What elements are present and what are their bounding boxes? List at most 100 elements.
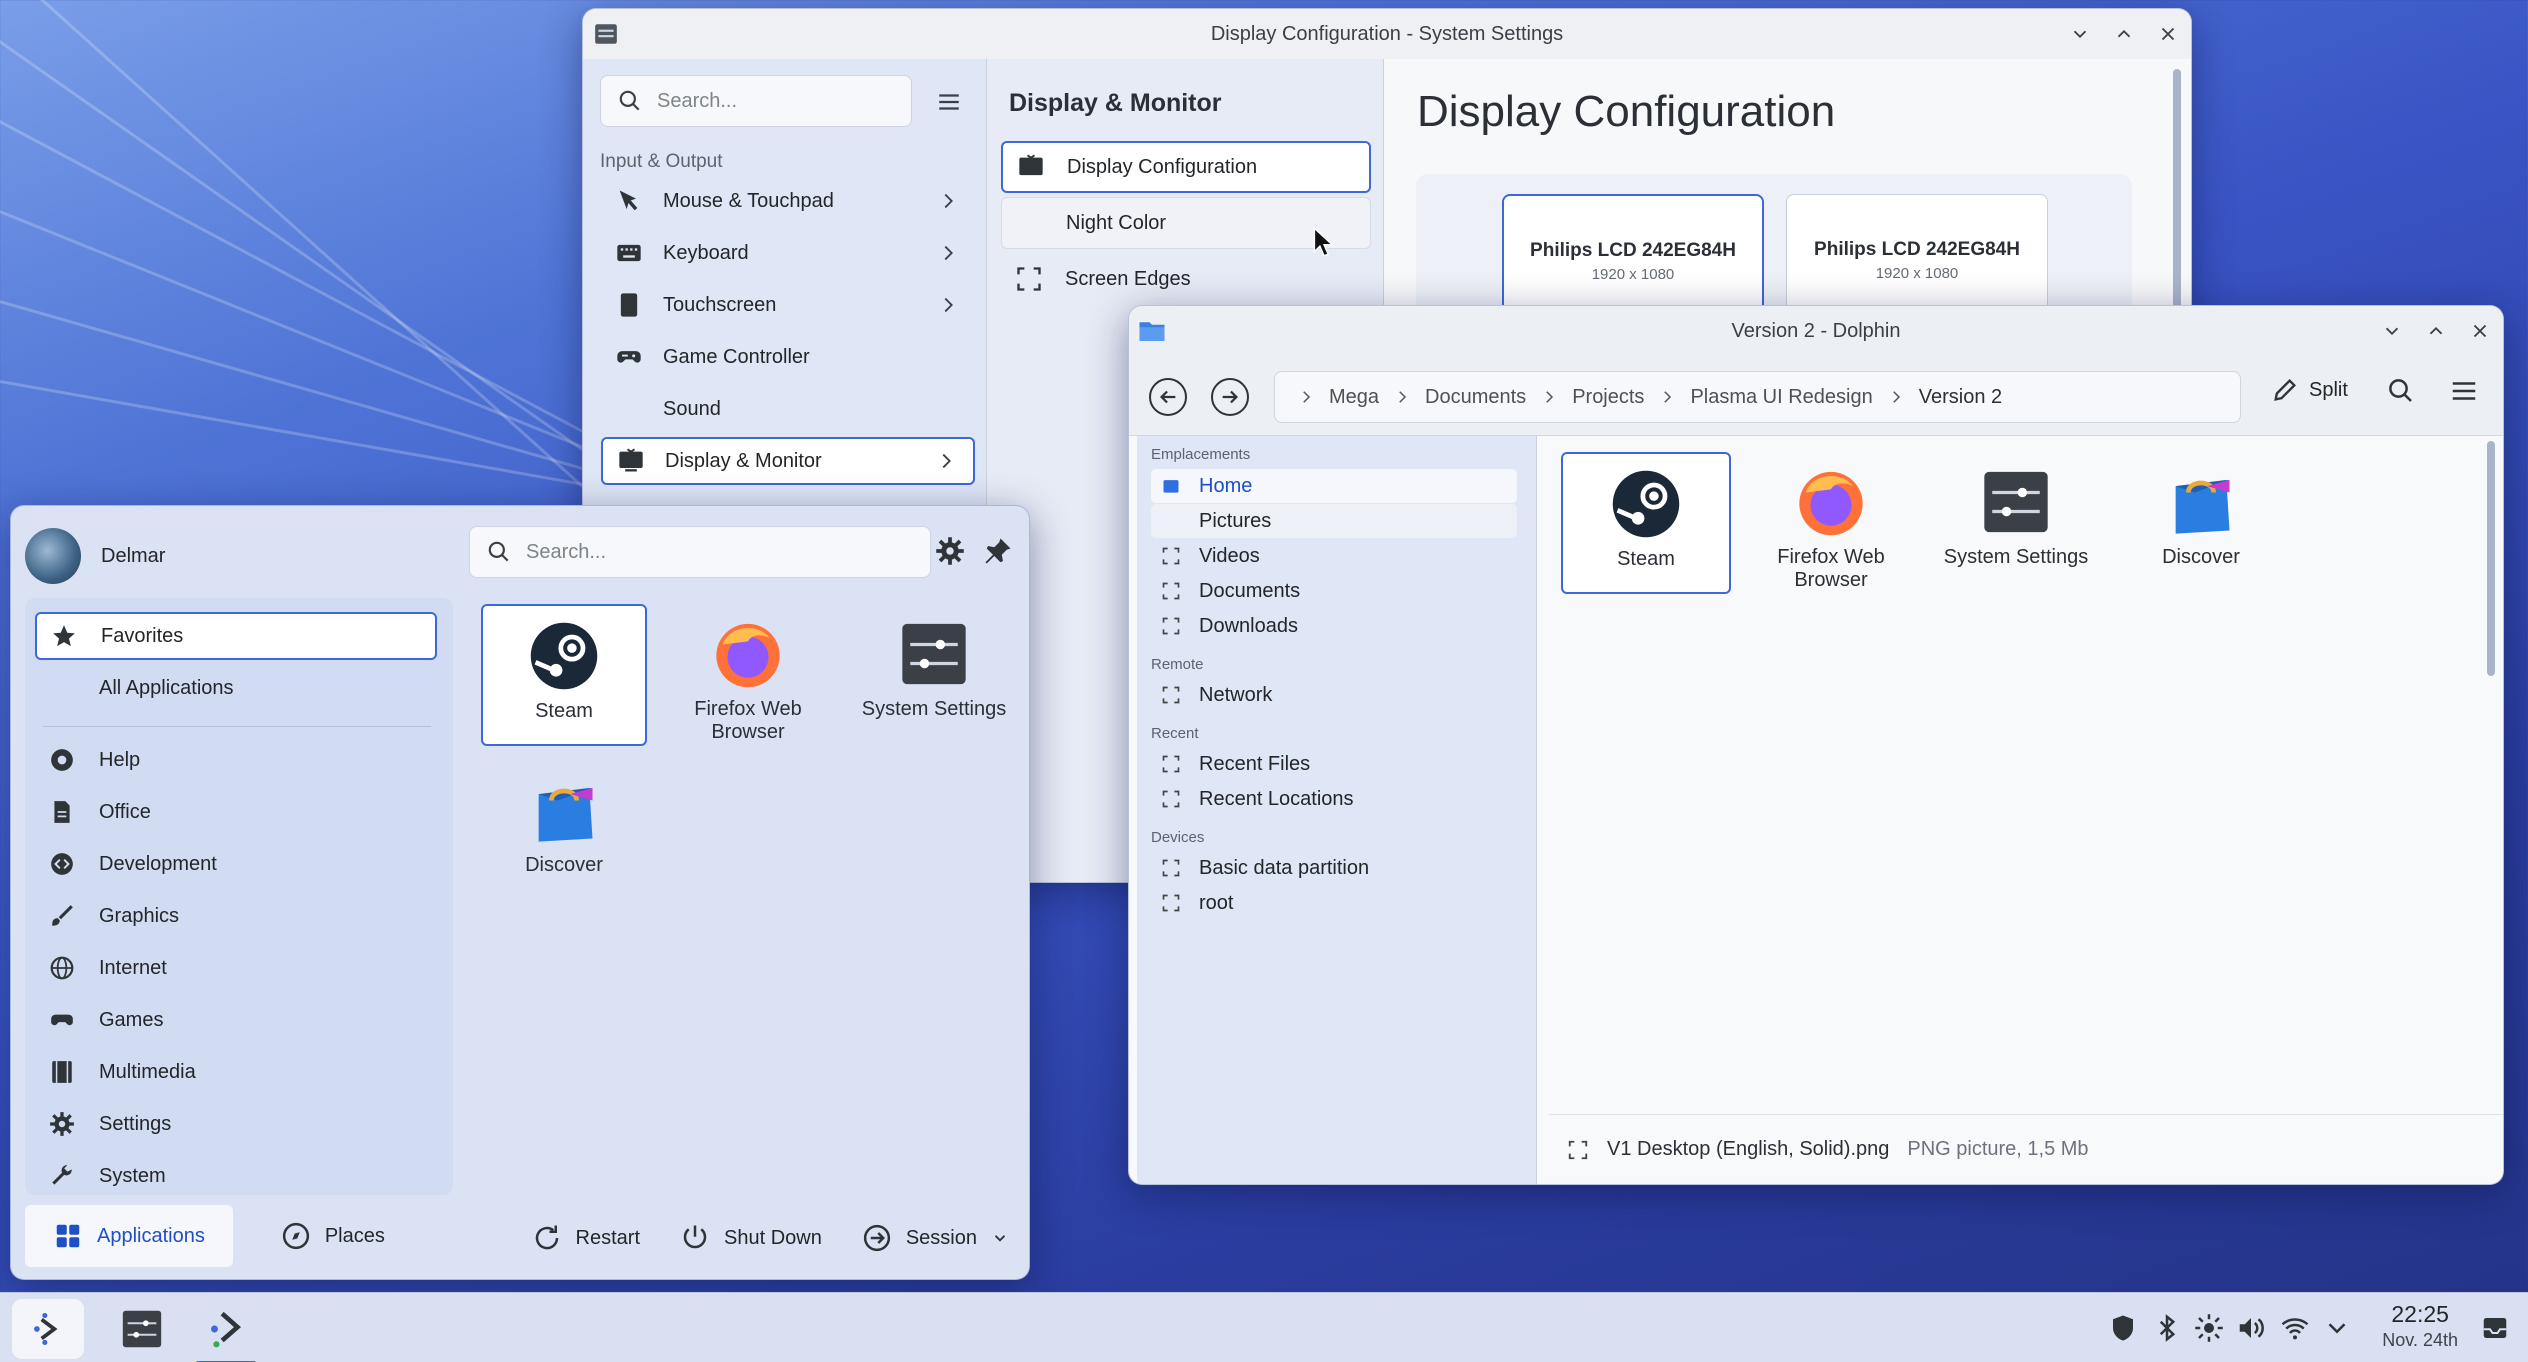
discover-icon [2163, 464, 2239, 540]
sidebar-item-mouse-touchpad[interactable]: Mouse & Touchpad [601, 177, 975, 225]
night-color-icon [1016, 209, 1044, 237]
wifi-icon[interactable] [2280, 1313, 2310, 1343]
task-system-settings[interactable] [106, 1299, 178, 1359]
place-home[interactable]: Home [1151, 469, 1517, 503]
breadcrumb-item[interactable]: Plasma UI Redesign [1690, 386, 1872, 409]
chevron-down-icon[interactable] [2322, 1313, 2352, 1343]
cursor-icon [615, 187, 643, 215]
place-documents[interactable]: Documents [1151, 574, 1517, 608]
chevron-right-icon [935, 450, 957, 472]
hamburger-menu-icon[interactable] [936, 89, 962, 115]
place-root[interactable]: root [1151, 886, 1517, 920]
task-dolphin[interactable] [190, 1299, 262, 1362]
category-all-applications[interactable]: All Applications [35, 664, 437, 712]
search-icon [617, 88, 643, 114]
breadcrumb-item[interactable]: Mega [1329, 386, 1379, 409]
category-system[interactable]: System [35, 1152, 437, 1200]
file-grid-scrollbar[interactable] [2487, 441, 2495, 676]
office-icon [49, 799, 75, 825]
tab-applications[interactable]: Applications [25, 1205, 233, 1267]
keyboard-icon [615, 239, 643, 267]
category-graphics[interactable]: Graphics [35, 892, 437, 940]
place-basic-data-partition[interactable]: Basic data partition [1151, 851, 1517, 885]
restart-button[interactable]: Restart [532, 1213, 640, 1263]
place-downloads[interactable]: Downloads [1151, 609, 1517, 643]
status-file-name: V1 Desktop (English, Solid).png [1607, 1138, 1890, 1160]
category-development[interactable]: Development [35, 840, 437, 888]
user-profile[interactable]: Delmar [25, 528, 165, 584]
status-file-meta: PNG picture, 1,5 Mb [1907, 1138, 2089, 1160]
subitem-display-configuration[interactable]: Display Configuration [1001, 141, 1371, 193]
volume-icon[interactable] [2236, 1313, 2266, 1343]
grid-icon [53, 1221, 83, 1251]
place-videos[interactable]: Videos [1151, 539, 1517, 573]
app-tile-firefox[interactable]: Firefox Web Browser [665, 604, 831, 746]
category-multimedia[interactable]: Multimedia [35, 1048, 437, 1096]
breadcrumb-item[interactable]: Documents [1425, 386, 1526, 409]
place-pictures[interactable]: Pictures [1151, 504, 1517, 538]
clock[interactable]: 22:25 Nov. 24th [2382, 1301, 2458, 1351]
category-settings[interactable]: Settings [35, 1100, 437, 1148]
sidebar-item-sound[interactable]: Sound [601, 385, 975, 433]
home-icon [1161, 476, 1181, 496]
sidebar-item-keyboard[interactable]: Keyboard [601, 229, 975, 277]
settings-scrollbar[interactable] [2173, 69, 2181, 319]
close-icon[interactable] [2157, 23, 2179, 45]
settings-titlebar: Display Configuration - System Settings [583, 9, 2191, 59]
search-icon[interactable] [2386, 376, 2416, 406]
launcher-tabs: Applications Places [25, 1205, 413, 1267]
brightness-icon[interactable] [2194, 1313, 2224, 1343]
minimize-icon[interactable] [2381, 320, 2403, 342]
place-network[interactable]: Network [1151, 678, 1517, 712]
application-launcher: Delmar Favorites All Applications Help O… [10, 505, 1030, 1280]
category-list: Favorites All Applications Help Office D… [25, 598, 453, 1195]
place-recent-files[interactable]: Recent Files [1151, 747, 1517, 781]
breadcrumb-current[interactable]: Version 2 [1919, 386, 2002, 409]
breadcrumb-item[interactable]: Projects [1572, 386, 1644, 409]
minimize-icon[interactable] [2069, 23, 2091, 45]
category-favorites[interactable]: Favorites [35, 612, 437, 660]
maximize-icon[interactable] [2113, 23, 2135, 45]
app-tile-system-settings[interactable]: System Settings [849, 604, 1019, 746]
session-button[interactable]: Session [862, 1213, 1009, 1263]
pin-icon[interactable] [983, 536, 1013, 566]
launcher-search-input[interactable]: Search... [469, 526, 931, 578]
place-recent-locations[interactable]: Recent Locations [1151, 782, 1517, 816]
category-games[interactable]: Games [35, 996, 437, 1044]
gear-icon[interactable] [935, 536, 965, 566]
shutdown-button[interactable]: Shut Down [680, 1213, 822, 1263]
placeholder-icon [1161, 685, 1181, 705]
subitem-screen-edges[interactable]: Screen Edges [1001, 253, 1371, 305]
placeholder-icon [1161, 858, 1181, 878]
close-icon[interactable] [2469, 320, 2491, 342]
app-tile-steam[interactable]: Steam [481, 604, 647, 746]
bluetooth-icon[interactable] [2152, 1313, 2182, 1343]
category-internet[interactable]: Internet [35, 944, 437, 992]
settings-search-input[interactable]: Search... [600, 75, 912, 127]
split-button[interactable]: Split [2271, 376, 2348, 404]
placeholder-icon [1161, 754, 1181, 774]
file-item-system-settings[interactable]: System Settings [1931, 452, 2101, 594]
subcategory-title: Display & Monitor [1009, 89, 1222, 117]
sidebar-item-game-controller[interactable]: Game Controller [601, 333, 975, 381]
category-help[interactable]: Help [35, 736, 437, 784]
category-office[interactable]: Office [35, 788, 437, 836]
shield-icon[interactable] [2108, 1313, 2138, 1343]
system-settings-icon [1978, 464, 2054, 540]
sidebar-item-touchscreen[interactable]: Touchscreen [601, 281, 975, 329]
tab-places[interactable]: Places [253, 1205, 413, 1267]
back-button[interactable] [1149, 378, 1187, 416]
application-launcher-button[interactable] [12, 1299, 84, 1359]
notifications-icon[interactable] [2480, 1313, 2510, 1343]
wrench-icon [49, 1163, 75, 1189]
file-item-discover[interactable]: Discover [2116, 452, 2286, 594]
file-item-steam[interactable]: Steam [1561, 452, 1731, 594]
maximize-icon[interactable] [2425, 320, 2447, 342]
power-actions: Restart Shut Down Session [532, 1213, 1009, 1263]
file-item-firefox[interactable]: Firefox Web Browser [1746, 452, 1916, 594]
app-tile-discover[interactable]: Discover [481, 760, 647, 902]
globe-icon [49, 955, 75, 981]
forward-button[interactable] [1211, 378, 1249, 416]
hamburger-menu-icon[interactable] [2449, 376, 2479, 406]
sidebar-item-display-monitor[interactable]: Display & Monitor [601, 437, 975, 485]
